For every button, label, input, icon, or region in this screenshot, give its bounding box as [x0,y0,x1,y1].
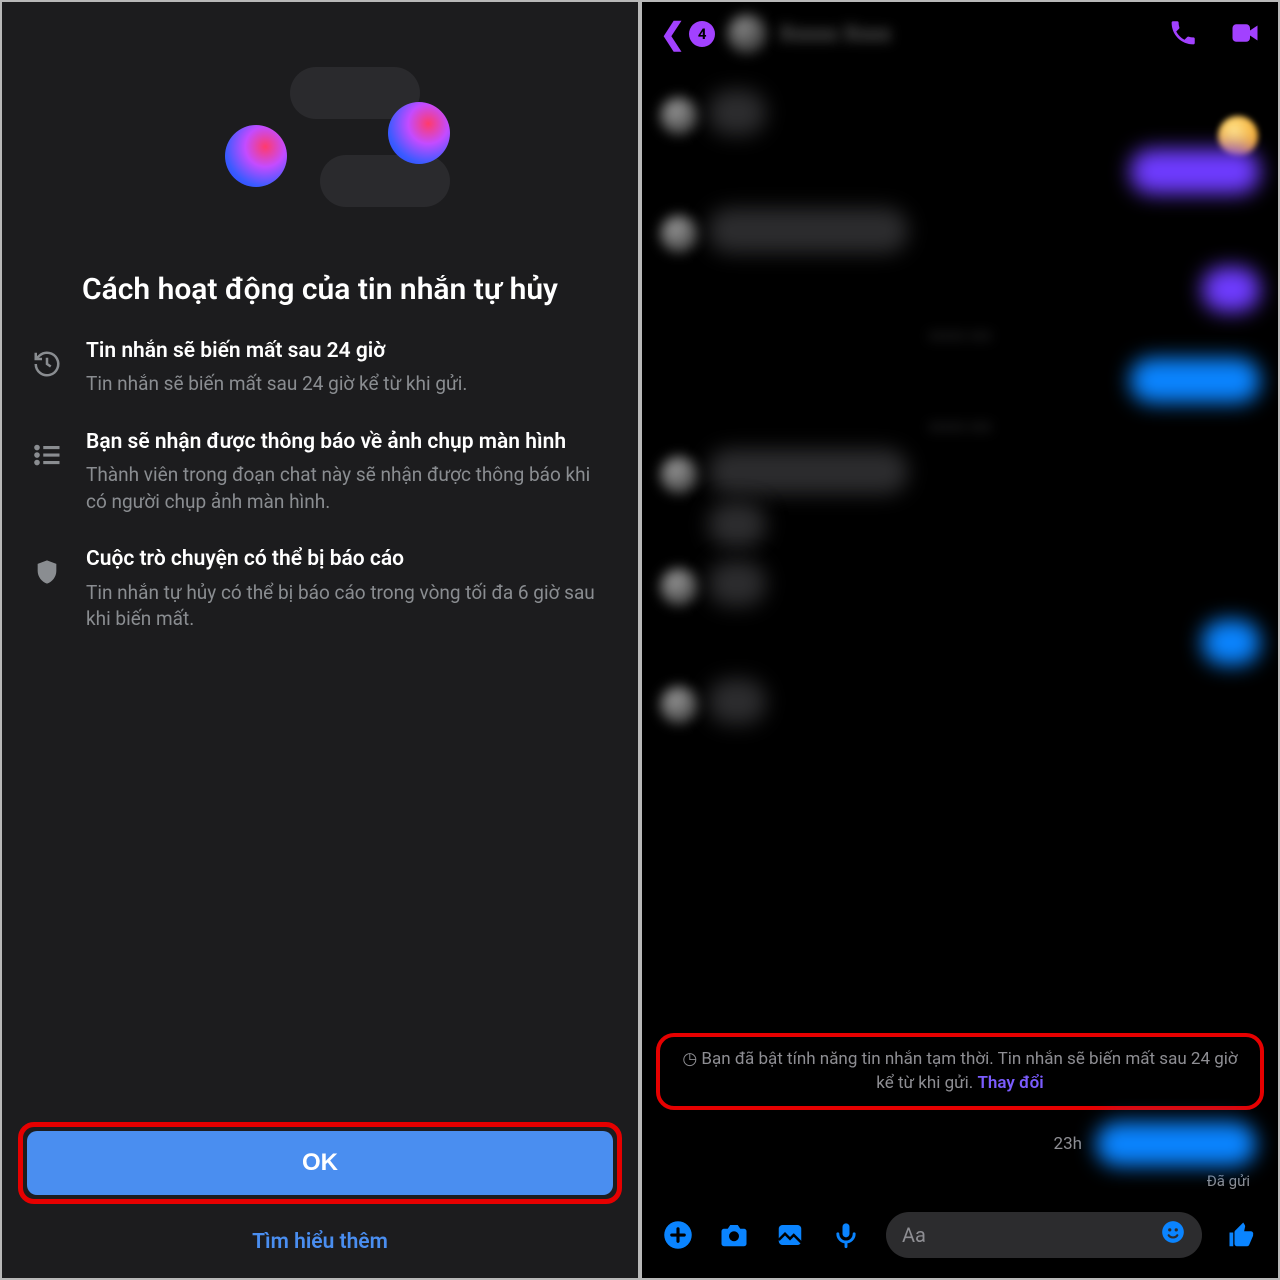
delivery-status: Đã gửi [642,1170,1278,1198]
feature-desc: Tin nhắn sẽ biến mất sau 24 giờ kể từ kh… [86,371,467,398]
last-message-time: 23h [1054,1134,1082,1154]
ok-button[interactable]: OK [27,1131,613,1195]
chat-body[interactable]: xx xxxxx xxxxxxxxx xx xxxxx xxx xxxxxx x… [642,66,1278,1029]
msg-avatar [660,215,698,253]
unread-badge: 4 [689,21,715,47]
illustration [2,2,638,262]
history-icon [30,347,64,381]
add-icon[interactable] [662,1219,694,1251]
feature-desc: Thành viên trong đoạn chat này sẽ nhận đ… [86,462,610,515]
outgoing-message[interactable]: xxxxxx [1130,358,1260,403]
change-link[interactable]: Thay đổi [977,1073,1043,1093]
thumbs-up-icon[interactable] [1226,1219,1258,1251]
video-icon[interactable] [1228,18,1260,50]
outgoing-message[interactable]: xx [1202,267,1260,312]
gallery-icon[interactable] [774,1219,806,1251]
msg-avatar [660,97,698,135]
last-message-row: 23h [642,1118,1278,1170]
learn-more-link[interactable]: Tìm hiểu thêm [18,1220,622,1264]
modal-title: Cách hoạt động của tin nhắn tự hủy [2,262,638,337]
call-icon[interactable] [1168,18,1200,50]
incoming-message[interactable]: xx [708,561,766,606]
incoming-message[interactable]: xx [708,502,766,547]
contact-name[interactable]: Xxxxx Xxxx [779,22,891,47]
message-input[interactable]: Aa [886,1212,1202,1258]
incoming-message[interactable]: xx [708,90,766,135]
outgoing-message[interactable]: xx [1202,620,1260,665]
incoming-message[interactable]: xx [708,679,766,724]
highlight-box: OK [18,1122,622,1204]
feature-title: Tin nhắn sẽ biến mất sau 24 giờ [86,337,467,365]
chat-panel: ❮ 4 Xxxxx Xxxx xx xxxxx xxxxxxxxx xx xxx… [640,0,1280,1280]
back-button[interactable]: ❮ [660,17,685,52]
time-separator: xxxxx xxx [660,326,1260,344]
avatar[interactable] [727,14,767,54]
feature-item: Bạn sẽ nhận được thông báo về ảnh chụp m… [30,428,610,516]
mic-icon[interactable] [830,1219,862,1251]
msg-avatar [660,686,698,724]
msg-avatar [660,456,698,494]
outgoing-message[interactable]: xxxxx [1130,149,1260,194]
composer: Aa [642,1198,1278,1278]
highlight-box: ◷ Bạn đã bật tính năng tin nhắn tạm thời… [656,1033,1264,1110]
feature-item: Tin nhắn sẽ biến mất sau 24 giờ Tin nhắn… [30,337,610,398]
msg-avatar [660,568,698,606]
feature-desc: Tin nhắn tự hủy có thể bị báo cáo trong … [86,580,610,633]
info-modal-panel: Cách hoạt động của tin nhắn tự hủy Tin n… [0,0,640,1280]
feature-list: Tin nhắn sẽ biến mất sau 24 giờ Tin nhắn… [2,337,638,663]
outgoing-message[interactable] [1096,1122,1256,1166]
feature-title: Cuộc trò chuyện có thể bị báo cáo [86,545,610,573]
feature-title: Bạn sẽ nhận được thông báo về ảnh chụp m… [86,428,610,456]
feature-item: Cuộc trò chuyện có thể bị báo cáo Tin nh… [30,545,610,633]
ephemeral-notice: ◷ Bạn đã bật tính năng tin nhắn tạm thời… [672,1047,1248,1096]
list-icon [30,438,64,472]
input-placeholder: Aa [902,1223,926,1247]
emoji-icon[interactable] [1160,1219,1186,1251]
incoming-message[interactable]: xxxxxxxxxx [708,449,908,494]
clock-icon: ◷ [682,1049,697,1069]
notice-text: Bạn đã bật tính năng tin nhắn tạm thời. … [701,1049,1237,1094]
shield-icon [30,555,64,589]
chat-header: ❮ 4 Xxxxx Xxxx [642,2,1278,66]
time-separator: xxxxx xxx [660,417,1260,435]
camera-icon[interactable] [718,1219,750,1251]
incoming-message[interactable]: xxxxxxxxx [708,208,908,253]
